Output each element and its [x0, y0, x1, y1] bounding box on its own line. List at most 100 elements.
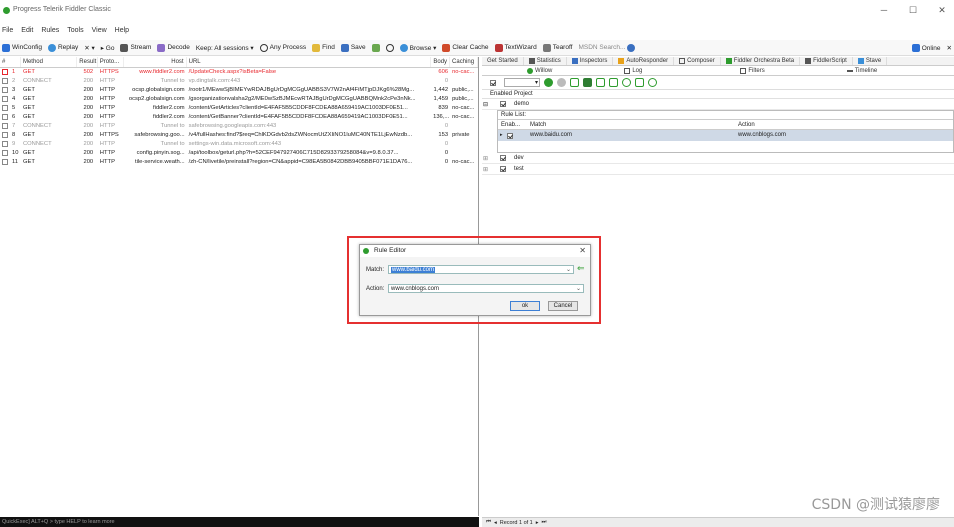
session-row[interactable]: 3 GET 200 HTTP ocsp.globalsign.com/rootr1/ME… — [0, 86, 478, 95]
session-row[interactable]: 6 GET 200 HTTP fiddler2.com/content/GetBanne… — [0, 113, 478, 122]
next-record-button[interactable]: ▸ — [536, 520, 539, 526]
session-row[interactable]: 11 GET 200 HTTP tile-service.weath.../zh-CN/… — [0, 158, 478, 167]
session-row[interactable]: 1 GET 502 HTTPS www.fiddler2.com/UpdateCheck… — [0, 68, 478, 77]
col-result[interactable]: Result — [77, 57, 98, 67]
apply-arrow-icon[interactable]: ⇐ — [577, 264, 587, 273]
project-dev-checkbox[interactable] — [500, 155, 506, 161]
help-circle-icon[interactable] — [648, 78, 657, 87]
tab-timeline[interactable]: Timeline — [842, 66, 882, 75]
import-icon[interactable] — [609, 78, 618, 87]
menu-edit[interactable]: Edit — [21, 24, 33, 38]
edit-icon[interactable] — [635, 78, 644, 87]
col-caching[interactable]: Caching — [450, 57, 478, 67]
find-button[interactable]: Find — [312, 43, 335, 52]
winconfig-button[interactable]: WinConfig — [2, 43, 42, 52]
stream-button[interactable]: Stream — [120, 43, 151, 52]
msdn-search-input[interactable]: MSDN Search... — [578, 43, 636, 52]
expand-demo-icon[interactable]: ⊟ — [482, 101, 490, 108]
menu-rules[interactable]: Rules — [41, 24, 59, 38]
screenshot-button[interactable] — [371, 43, 380, 52]
delete-icon[interactable] — [583, 78, 592, 87]
match-dropdown-icon[interactable]: ⌄ — [566, 266, 571, 274]
tab-log[interactable]: Log — [619, 66, 647, 75]
tab-fiddler-orchestra[interactable]: Fiddler Orchestra Beta — [721, 57, 801, 65]
online-indicator[interactable]: Online ✕ — [907, 40, 952, 55]
decode-button[interactable]: Decode — [157, 43, 190, 52]
tab-inspectors[interactable]: Inspectors — [567, 57, 614, 65]
action-dropdown-icon[interactable]: ⌄ — [576, 285, 581, 293]
project-demo-checkbox[interactable] — [500, 101, 506, 107]
tab-autoresponder[interactable]: AutoResponder — [613, 57, 675, 65]
tab-willow[interactable]: Willow — [522, 66, 557, 75]
col-number[interactable]: # — [0, 57, 21, 67]
save-button[interactable]: Save — [340, 43, 366, 52]
add-project-icon[interactable] — [544, 78, 553, 87]
any-process-button[interactable]: Any Process — [259, 43, 306, 52]
maximize-button[interactable]: ☐ — [905, 3, 921, 17]
match-input[interactable]: www.baidu.com ⌄ — [388, 265, 574, 274]
tearoff-button[interactable]: Tearoff — [542, 43, 572, 52]
keep-sessions-dropdown[interactable]: Keep: All sessions ▾ — [196, 44, 254, 52]
expand-dev-icon[interactable]: ⊞ — [482, 155, 490, 162]
ok-button[interactable]: ok — [510, 301, 540, 311]
remove-button[interactable]: ✕ ▾ — [84, 44, 95, 52]
rule-row[interactable]: ▸ www.baidu.com www.cnblogs.com — [498, 130, 953, 141]
tab-fiddlerscript[interactable]: FiddlerScript — [800, 57, 853, 65]
willow-enable-checkbox[interactable] — [490, 79, 496, 86]
online-close-icon[interactable]: ✕ — [947, 44, 952, 52]
project-row-dev[interactable]: ⊞ dev — [482, 153, 954, 164]
expand-test-icon[interactable]: ⊞ — [482, 166, 490, 173]
session-row[interactable]: 8 GET 200 HTTPS safebrowsing.goo.../v4/fullH… — [0, 131, 478, 140]
tab-composer[interactable]: Composer — [674, 57, 721, 65]
rule-enabled-checkbox[interactable] — [506, 132, 513, 139]
project-row-test[interactable]: ⊞ test — [482, 164, 954, 175]
willow-dropdown[interactable]: ▾ — [504, 78, 540, 87]
session-row[interactable]: 9 CONNECT 200 HTTP Tunnel to settings-win.dat… — [0, 140, 478, 149]
action-input[interactable]: www.cnblogs.com ⌄ — [388, 284, 584, 293]
menu-tools[interactable]: Tools — [67, 24, 83, 38]
tab-stave[interactable]: Stave — [853, 57, 888, 65]
export-icon[interactable] — [596, 78, 605, 87]
col-rule-match[interactable]: Match — [530, 120, 738, 129]
session-row[interactable]: 5 GET 200 HTTP fiddler2.com/content/GetArtic… — [0, 104, 478, 113]
project-test-checkbox[interactable] — [500, 166, 506, 172]
session-row[interactable]: 2 CONNECT 200 HTTP Tunnel to vp.dingtalk.com:… — [0, 77, 478, 86]
refresh-icon[interactable] — [557, 78, 566, 87]
close-window-button[interactable]: ✕ — [934, 3, 950, 17]
col-protocol[interactable]: Proto... — [98, 57, 124, 67]
replay-button[interactable]: Replay — [47, 43, 78, 52]
session-type-icon — [0, 149, 10, 158]
col-enabled[interactable]: Enabled — [482, 90, 514, 98]
tab-statistics[interactable]: Statistics — [524, 57, 567, 65]
col-rule-action[interactable]: Action — [738, 120, 755, 129]
col-host[interactable]: Host — [124, 57, 187, 67]
clear-cache-button[interactable]: Clear Cache — [442, 43, 489, 52]
timer-button[interactable] — [385, 43, 394, 52]
session-row[interactable]: 10 GET 200 HTTP config.pinyin.sog.../api/too… — [0, 149, 478, 158]
last-record-button[interactable]: ⏭ — [542, 519, 547, 526]
tab-filters[interactable]: Filters — [735, 66, 769, 75]
quickexec-bar[interactable]: QuickExec] ALT+Q > type HELP to learn mo… — [0, 517, 479, 527]
session-row[interactable]: 7 CONNECT 200 HTTP Tunnel to safebrowsing.goo… — [0, 122, 478, 131]
col-body[interactable]: Body — [431, 57, 451, 67]
textwizard-button[interactable]: TextWizard — [494, 43, 537, 52]
first-record-button[interactable]: ⏮ — [486, 519, 491, 526]
browse-button[interactable]: Browse ▾ — [399, 43, 436, 52]
search-icon[interactable] — [622, 78, 631, 87]
prev-record-button[interactable]: ◂ — [494, 520, 497, 526]
menu-file[interactable]: File — [2, 24, 13, 38]
cancel-button[interactable]: Cancel — [548, 301, 578, 311]
menu-view[interactable]: View — [92, 24, 107, 38]
tab-get-started[interactable]: Get Started — [482, 57, 524, 65]
dialog-close-button[interactable]: ✕ — [579, 245, 586, 257]
col-rule-enabled[interactable]: Enab... — [498, 120, 530, 129]
col-url[interactable]: URL — [187, 57, 432, 67]
session-row[interactable]: 4 GET 200 HTTP ocsp2.globalsign.com/gsorgani… — [0, 95, 478, 104]
col-method[interactable]: Method — [21, 57, 77, 67]
project-row-demo[interactable]: ⊟ demo — [482, 99, 954, 110]
copy-icon[interactable] — [570, 78, 579, 87]
go-button[interactable]: ▸ Go — [101, 44, 115, 52]
menu-help[interactable]: Help — [115, 24, 129, 38]
col-project[interactable]: Project — [514, 90, 533, 98]
minimize-button[interactable]: ─ — [876, 3, 892, 17]
